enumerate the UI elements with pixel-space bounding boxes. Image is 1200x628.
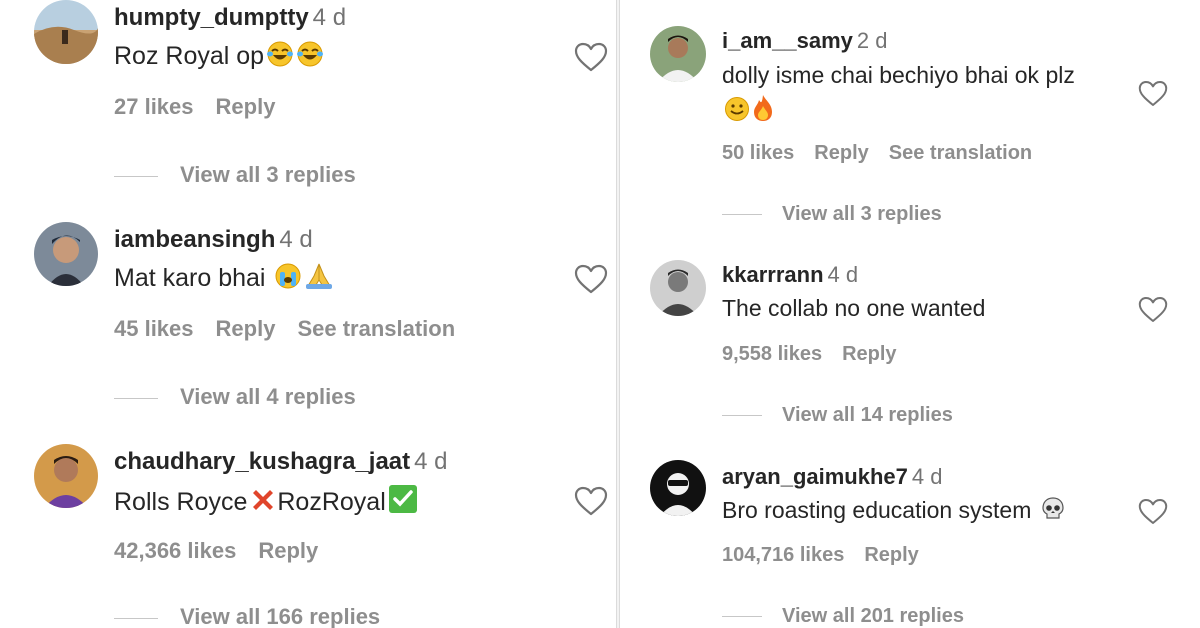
comment-meta: 42,366 likes Reply [114, 538, 340, 564]
comment-text: dolly isme chai bechiyo bhai ok plz [722, 62, 1075, 88]
skull-emoji [1040, 496, 1066, 528]
replies-divider [722, 415, 762, 417]
fire-emoji [752, 94, 774, 128]
comment-username[interactable]: iambeansingh 4 d [114, 226, 313, 254]
comment-meta: 104,716 likes Reply [722, 544, 939, 567]
replies-divider [114, 397, 158, 399]
likes-count[interactable]: 45 likes [114, 316, 194, 341]
avatar[interactable] [650, 260, 706, 316]
comments-panel-left: humpty_dumptty 4 d Roz Royal op 27 likes R… [0, 0, 616, 628]
comment-username[interactable]: chaudhary_kushagra_jaat 4 d [114, 448, 448, 476]
comment-text-emoji-line [722, 94, 774, 128]
comments-panel-right: i_am__samy 2 d dolly isme chai bechiyo bh… [620, 0, 1200, 628]
replies-divider [722, 616, 762, 618]
avatar[interactable] [34, 444, 98, 508]
likes-count[interactable]: 104,716 likes [722, 544, 844, 566]
cross-mark-emoji [249, 486, 277, 521]
likes-count[interactable]: 50 likes [722, 142, 794, 164]
avatar[interactable] [650, 460, 706, 516]
comment-text: The collab no one wanted [722, 295, 986, 321]
replies-divider [114, 175, 158, 177]
comment-item: i_am__samy 2 d dolly isme chai bechiyo bh… [620, 26, 1200, 236]
folded-hands-emoji [304, 262, 334, 297]
crying-face-emoji [274, 262, 302, 297]
comment-username[interactable]: kkarrrann 4 d [722, 262, 858, 288]
replies-divider [722, 214, 762, 216]
comment-text: Bro roasting education system [722, 496, 1066, 528]
comment-item: iambeansingh 4 d Mat karo bhai 45 likes Re… [0, 222, 616, 432]
heart-outline-icon[interactable] [574, 264, 608, 294]
view-replies-button[interactable]: View all 3 replies [114, 162, 356, 188]
replies-divider [114, 617, 158, 619]
reply-button[interactable]: Reply [216, 316, 276, 341]
comment-username[interactable]: aryan_gaimukhe7 4 d [722, 464, 942, 490]
likes-count[interactable]: 27 likes [114, 94, 194, 119]
comment-item: humpty_dumptty 4 d Roz Royal op 27 likes R… [0, 0, 616, 210]
comment-meta: 9,558 likes Reply [722, 343, 917, 366]
likes-count[interactable]: 42,366 likes [114, 538, 236, 563]
comment-meta: 45 likes Reply See translation [114, 316, 477, 342]
avatar[interactable] [650, 26, 706, 82]
reply-button[interactable]: Reply [842, 343, 896, 365]
view-replies-button[interactable]: View all 201 replies [722, 605, 964, 628]
view-replies-button[interactable]: View all 4 replies [114, 384, 356, 410]
comment-username[interactable]: i_am__samy 2 d [722, 28, 887, 54]
heart-outline-icon[interactable] [574, 486, 608, 516]
see-translation-button[interactable]: See translation [889, 142, 1032, 164]
comment-time: 4 d [279, 226, 313, 253]
comment-item: chaudhary_kushagra_jaat 4 d Rolls Royce Ro… [0, 444, 616, 628]
likes-count[interactable]: 9,558 likes [722, 343, 822, 365]
comment-item: aryan_gaimukhe7 4 d Bro roasting educatio… [620, 460, 1200, 628]
slightly-smiling-emoji [724, 96, 750, 128]
comment-meta: 27 likes Reply [114, 94, 297, 120]
reply-button[interactable]: Reply [814, 142, 868, 164]
comment-time: 4 d [312, 4, 347, 31]
comment-meta: 50 likes Reply See translation [722, 142, 1052, 165]
avatar[interactable] [34, 0, 98, 64]
heart-outline-icon[interactable] [1138, 80, 1168, 107]
check-mark-emoji [388, 484, 418, 521]
see-translation-button[interactable]: See translation [297, 316, 455, 341]
heart-outline-icon[interactable] [1138, 498, 1168, 525]
comment-time: 2 d [856, 28, 888, 53]
comment-time: 4 d [827, 262, 859, 287]
tears-of-joy-emoji [296, 40, 324, 75]
reply-button[interactable]: Reply [216, 94, 276, 119]
comment-time: 4 d [414, 448, 448, 475]
comment-time: 4 d [911, 464, 943, 489]
comment-item: kkarrrann 4 d The collab no one wanted 9,… [620, 260, 1200, 450]
comment-text: Mat karo bhai [114, 262, 334, 297]
view-replies-button[interactable]: View all 3 replies [722, 203, 942, 226]
comment-username[interactable]: humpty_dumptty 4 d [114, 4, 346, 32]
heart-outline-icon[interactable] [574, 42, 608, 72]
avatar[interactable] [34, 222, 98, 286]
reply-button[interactable]: Reply [864, 544, 918, 566]
reply-button[interactable]: Reply [258, 538, 318, 563]
view-replies-button[interactable]: View all 166 replies [114, 604, 380, 628]
view-replies-button[interactable]: View all 14 replies [722, 404, 953, 427]
tears-of-joy-emoji [266, 40, 294, 75]
comment-text: Rolls Royce RozRoyal [114, 484, 418, 521]
heart-outline-icon[interactable] [1138, 296, 1168, 323]
comment-text: Roz Royal op [114, 40, 324, 75]
